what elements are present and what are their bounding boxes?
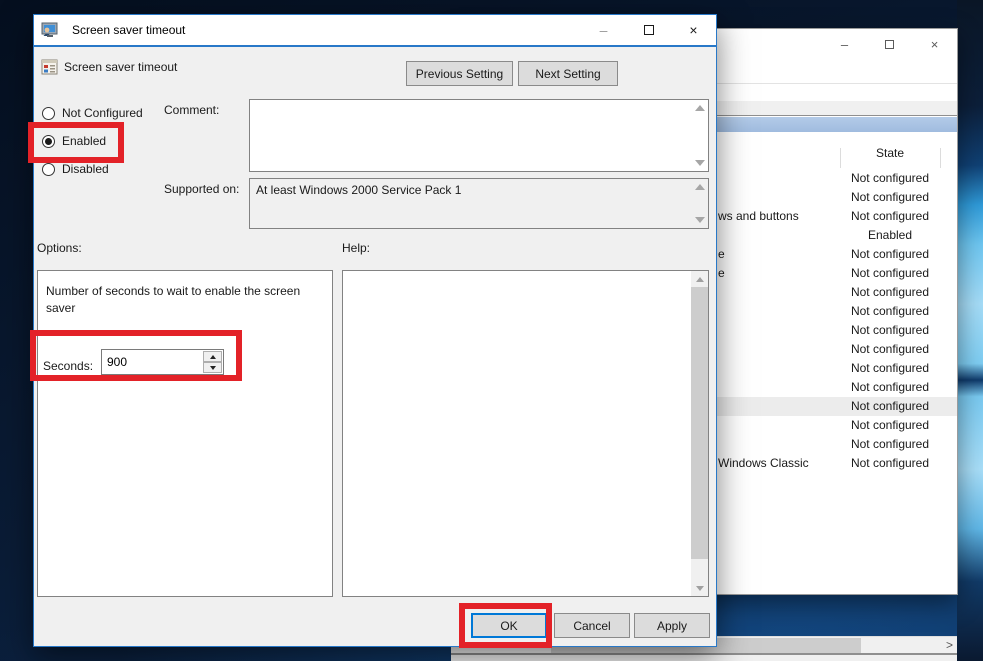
options-panel: Number of seconds to wait to enable the … <box>37 270 333 597</box>
group-policy-dialog-icon <box>41 22 58 38</box>
radio-label: Disabled <box>62 162 109 176</box>
maximize-icon <box>644 25 654 35</box>
policy-state: Not configured <box>840 380 940 394</box>
help-scrollbar[interactable] <box>691 271 708 596</box>
column-separator <box>840 148 841 168</box>
dialog-title: Screen saver timeout <box>72 23 185 37</box>
setting-name: Screen saver timeout <box>64 60 177 74</box>
policy-state: Not configured <box>840 399 940 413</box>
scrollbar-down-button[interactable] <box>691 580 708 596</box>
setting-header: Screen saver timeout <box>34 59 177 75</box>
comment-textarea[interactable] <box>249 99 709 172</box>
bg-minimize-button[interactable]: – <box>822 29 867 59</box>
help-panel <box>342 270 709 597</box>
policy-state: Not configured <box>840 247 940 261</box>
next-setting-button[interactable]: Next Setting <box>518 61 618 86</box>
help-text <box>343 271 691 596</box>
policy-state: Not configured <box>840 323 940 337</box>
titlebar-accent-line <box>34 45 716 47</box>
radio-button-icon[interactable] <box>42 163 55 176</box>
scroll-up-icon[interactable] <box>695 105 705 111</box>
apply-button[interactable]: Apply <box>634 613 710 638</box>
dialog-titlebar[interactable]: Screen saver timeout – × <box>34 15 716 45</box>
scroll-up-icon[interactable] <box>695 184 705 190</box>
options-label: Options: <box>37 241 82 255</box>
policy-state: Not configured <box>840 266 940 280</box>
dialog-maximize-button[interactable] <box>626 15 671 45</box>
radio-label: Not Configured <box>62 106 143 120</box>
annotation-box-seconds-field <box>30 330 242 381</box>
comment-label: Comment: <box>164 103 219 117</box>
policy-name: Windows Classic <box>718 456 839 470</box>
scrollbar-up-button[interactable] <box>691 271 708 287</box>
policy-state: Not configured <box>840 437 940 451</box>
policy-state: Not configured <box>840 190 940 204</box>
annotation-box-enabled-radio <box>28 122 124 163</box>
policy-state: Not configured <box>840 342 940 356</box>
help-label: Help: <box>342 241 370 255</box>
supported-on-value: At least Windows 2000 Service Pack 1 <box>256 183 461 197</box>
policy-state: Not configured <box>840 285 940 299</box>
previous-setting-button[interactable]: Previous Setting <box>406 61 513 86</box>
policy-state: Not configured <box>840 418 940 432</box>
wallpaper-light-beams <box>957 0 983 661</box>
radio-button-icon[interactable] <box>42 107 55 120</box>
policy-state: Not configured <box>840 209 940 223</box>
supported-on-label: Supported on: <box>164 182 239 196</box>
policy-state: Enabled <box>840 228 940 242</box>
column-header-state[interactable]: State <box>840 146 940 160</box>
policy-state: Not configured <box>840 361 940 375</box>
scroll-down-icon[interactable] <box>695 160 705 166</box>
policy-state: Not configured <box>840 304 940 318</box>
policy-state: Not configured <box>840 171 940 185</box>
cancel-button[interactable]: Cancel <box>554 613 630 638</box>
policy-state: Not configured <box>840 456 940 470</box>
policy-name: e <box>718 247 839 261</box>
policy-name: ws and buttons <box>718 209 839 223</box>
policy-name: e <box>718 266 839 280</box>
bg-maximize-button[interactable] <box>867 29 912 59</box>
radio-option[interactable]: Not Configured <box>42 103 143 123</box>
options-description: Number of seconds to wait to enable the … <box>46 283 324 317</box>
dialog-minimize-button[interactable]: – <box>581 15 626 45</box>
dialog-close-button[interactable]: × <box>671 15 716 45</box>
supported-on-field: At least Windows 2000 Service Pack 1 <box>249 178 709 229</box>
scroll-down-icon[interactable] <box>695 217 705 223</box>
policy-setting-icon <box>41 59 58 75</box>
maximize-icon <box>885 40 894 49</box>
scroll-down-icon <box>696 586 704 591</box>
bg-close-button[interactable]: × <box>912 29 957 59</box>
scroll-up-icon <box>696 277 704 282</box>
annotation-box-ok-button <box>459 603 552 648</box>
scrollbar-thumb[interactable] <box>691 287 708 559</box>
hscroll-right-arrow-icon[interactable]: > <box>946 637 953 653</box>
extended-standard-tab-band <box>451 655 957 661</box>
column-separator <box>940 148 941 168</box>
